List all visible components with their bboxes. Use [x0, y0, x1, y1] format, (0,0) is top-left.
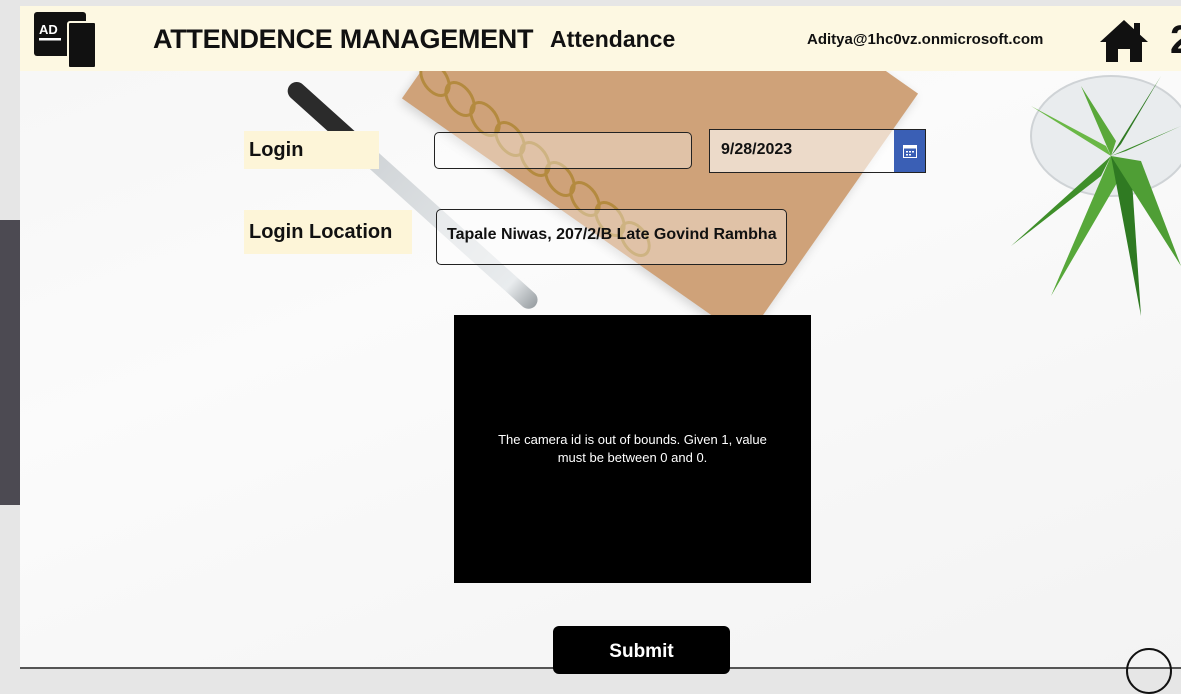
camera-view[interactable]: The camera id is out of bounds. Given 1,… [454, 315, 811, 583]
app-logo-icon: AD [34, 12, 97, 69]
plant-decoration [1011, 75, 1181, 316]
calendar-button[interactable] [894, 130, 925, 172]
date-value: 9/28/2023 [721, 141, 793, 158]
home-icon[interactable] [1098, 18, 1150, 64]
login-location-field[interactable]: Tapale Niwas, 207/2/B Late Govind Rambha [436, 209, 787, 265]
page-title: Attendance [550, 26, 676, 52]
submit-button[interactable]: Submit [553, 626, 730, 674]
login-location-label: Login Location [244, 210, 412, 254]
corner-circle-icon[interactable] [1126, 648, 1172, 694]
logo-text: AD [39, 22, 58, 37]
app-title: ATTENDENCE MANAGEMENT [153, 24, 534, 54]
camera-error-message: The camera id is out of bounds. Given 1,… [498, 432, 767, 465]
date-picker[interactable]: 9/28/2023 [709, 129, 926, 173]
left-strip [0, 220, 20, 505]
calendar-icon [902, 144, 917, 158]
user-email: Aditya@1hc0vz.onmicrosoft.com [807, 31, 1044, 48]
login-input[interactable] [434, 132, 692, 169]
login-label: Login [244, 131, 379, 169]
partial-right-icon[interactable]: 2 [1170, 18, 1181, 63]
header-bar: AD ATTENDENCE MANAGEMENT Attendance Adit… [20, 6, 1181, 71]
login-location-value: Tapale Niwas, 207/2/B Late Govind Rambha [447, 226, 777, 243]
